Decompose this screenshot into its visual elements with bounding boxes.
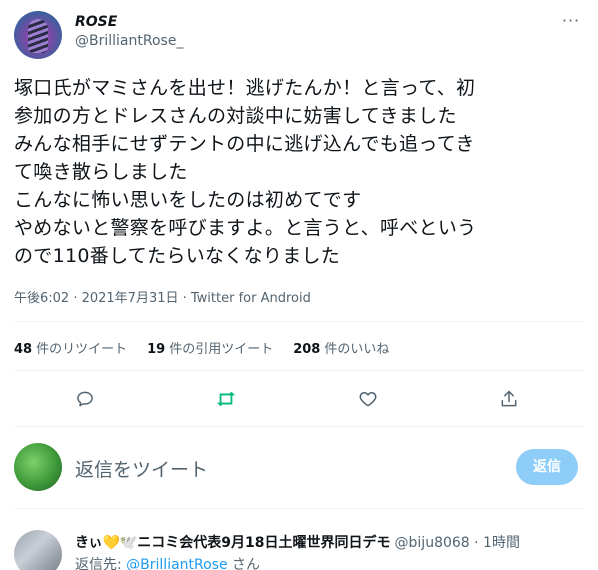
author-display-name[interactable]: ROSE [75,14,117,30]
divider [14,426,584,427]
reply-icon[interactable] [70,384,100,414]
more-icon[interactable]: ··· [558,13,584,34]
divider [14,321,584,322]
author-handle[interactable]: @BrilliantRose_ [75,33,183,49]
likes-stat[interactable]: 208 件のいいね [293,338,389,357]
retweet-icon[interactable] [211,384,241,414]
divider [14,370,584,371]
current-user-avatar[interactable] [14,443,62,491]
tweet-text: 塚口氏がマミさんを出せ！逃げたんか！と言って、初 参加の方とドレスさんの対談中に… [14,77,477,267]
reply-author-handle[interactable]: @biju8068 · 1時間 [395,535,520,551]
reply-to-mention[interactable]: @BrilliantRose [126,557,227,570]
like-icon[interactable] [353,384,383,414]
reply-composer: 返信をツイート 返信 [0,437,598,497]
reply-input[interactable]: 返信をツイート [75,455,208,482]
action-bar [0,384,598,414]
divider [14,508,584,509]
reply-header: きぃ💛🕊️ニコミ会代表9月18日土曜世界同日デモ @biju8068 · 1時間 [75,532,520,552]
reply-to-prefix: 返信先: [75,557,127,570]
reply-author-avatar[interactable] [14,530,62,570]
share-icon[interactable] [494,384,524,414]
quotes-stat[interactable]: 19 件の引用ツイート [147,338,273,357]
reply-tweet[interactable]: きぃ💛🕊️ニコミ会代表9月18日土曜世界同日デモ @biju8068 · 1時間 … [0,520,598,570]
tweet-stats: 48 件のリツイート 19 件の引用ツイート 208 件のいいね [14,338,389,357]
retweets-stat[interactable]: 48 件のリツイート [14,338,127,357]
tweet-meta[interactable]: 午後6:02 · 2021年7月31日 · Twitter for Androi… [14,287,311,306]
reply-to-suffix: さん [227,557,261,570]
rose-image [28,19,48,53]
reply-button[interactable]: 返信 [516,449,578,485]
reply-author-name[interactable]: きぃ💛🕊️ニコミ会代表9月18日土曜世界同日デモ [75,535,391,551]
reply-to-line: 返信先: @BrilliantRose さん [75,554,260,570]
author-avatar[interactable] [14,11,62,59]
